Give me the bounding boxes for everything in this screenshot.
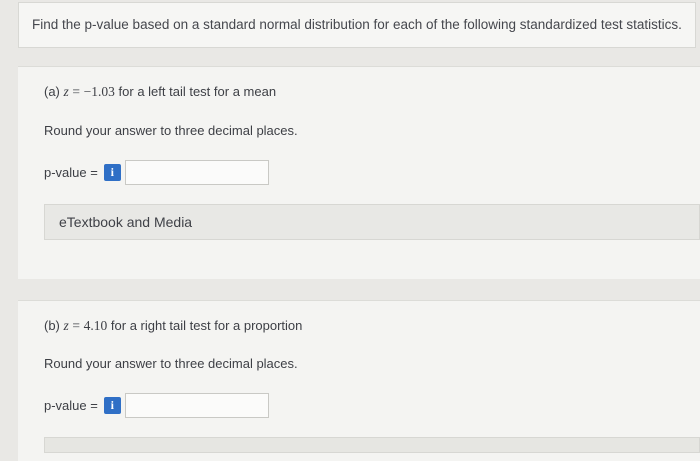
part-b-info-icon[interactable]: i: [103, 397, 121, 414]
part-b-equals: =: [72, 318, 81, 333]
part-a-z-symbol: z: [63, 84, 69, 99]
part-b-instruction: Round your answer to three decimal place…: [44, 356, 298, 371]
part-a-info-icon[interactable]: i: [103, 164, 121, 181]
part-a-answer-label: p-value =: [44, 165, 98, 180]
part-a-instruction: Round your answer to three decimal place…: [44, 123, 298, 138]
part-a-pvalue-input[interactable]: [124, 160, 269, 185]
part-b-answer-label: p-value =: [44, 398, 98, 413]
part-b-pvalue-input[interactable]: [124, 393, 269, 418]
part-a-equals: =: [72, 84, 81, 99]
question-prompt-text: Find the p-value based on a standard nor…: [32, 17, 682, 32]
part-a-label: (a): [44, 84, 60, 99]
question-prompt-box: Find the p-value based on a standard nor…: [18, 2, 696, 48]
part-b-label: (b): [44, 318, 60, 333]
part-a-description: for a left tail test for a mean: [118, 84, 277, 99]
etextbook-media-button[interactable]: eTextbook and Media: [44, 204, 700, 240]
part-b-z-value: 4.10: [83, 318, 108, 333]
part-b-answer-row: p-value = i: [44, 393, 269, 418]
part-b-z-symbol: z: [63, 318, 69, 333]
part-a-card: (a) z = −1.03 for a left tail test for a…: [18, 66, 700, 279]
part-b-description: for a right tail test for a proportion: [110, 318, 303, 333]
etextbook-media-label: eTextbook and Media: [59, 214, 193, 230]
part-b-statement: (b) z = 4.10 for a right tail test for a…: [44, 318, 302, 334]
part-a-z-value: −1.03: [83, 84, 115, 99]
part-a-answer-row: p-value = i: [44, 160, 269, 185]
part-b-resources-bar[interactable]: [44, 437, 700, 453]
part-a-statement: (a) z = −1.03 for a left tail test for a…: [44, 84, 276, 100]
